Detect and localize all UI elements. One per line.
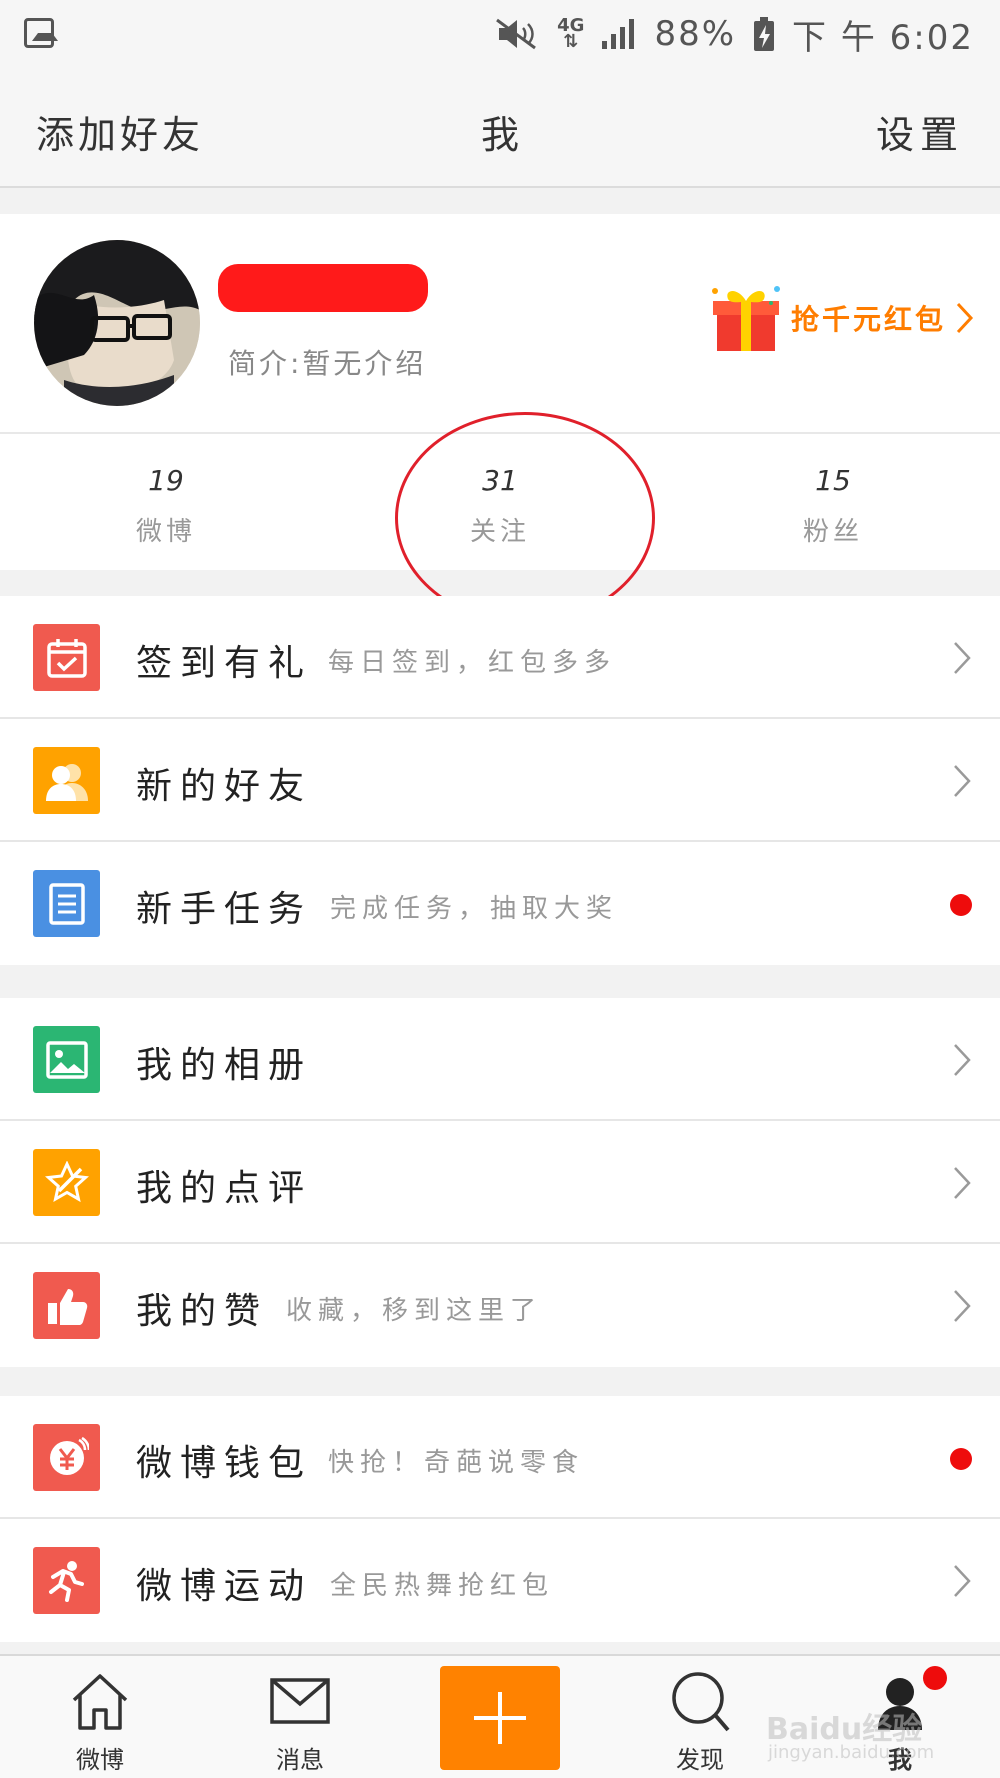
battery-charging-icon xyxy=(754,17,775,51)
list-item-subtitle: 快抢！奇葩说零食 xyxy=(328,1448,585,1478)
redpacket-promo[interactable]: 抢千元红包 xyxy=(709,280,974,356)
stat-followers-count: 15 xyxy=(815,464,851,497)
avatar[interactable] xyxy=(34,240,200,406)
list-item-title: 我的点评 xyxy=(136,1168,313,1209)
list-item-subtitle: 全民热舞抢红包 xyxy=(330,1571,555,1601)
wallet-yen-icon xyxy=(33,1424,100,1491)
list-item-subtitle: 每日签到，红包多多 xyxy=(328,648,617,678)
task-list-icon xyxy=(33,870,100,937)
thumbs-up-icon xyxy=(33,1272,100,1339)
stat-weibo-label: 微博 xyxy=(135,517,196,547)
friends-icon xyxy=(33,747,100,814)
network-type: 4G ⇅ xyxy=(557,15,585,52)
bottom-tab-bar: 微博 消息 发现 我 Baidu经验 jingyan.baidu.com xyxy=(0,1654,1000,1778)
list-item-new-friends[interactable]: 新的好友 xyxy=(0,719,1000,842)
compose-plus-button[interactable] xyxy=(440,1666,560,1770)
list-item-checkin[interactable]: 签到有礼 每日签到，红包多多 xyxy=(0,596,1000,719)
stat-following-label: 关注 xyxy=(469,517,530,547)
list-item-title: 微博钱包 xyxy=(136,1443,313,1484)
profile-card: 简介:暂无介绍 抢千元红包 19 微博 31 关注 15 粉丝 xyxy=(0,214,1000,570)
list-item-subtitle: 收藏，移到这里了 xyxy=(286,1296,543,1326)
list-item-subtitle: 完成任务，抽取大奖 xyxy=(330,894,619,924)
divider xyxy=(0,432,1000,434)
chevron-right-icon xyxy=(954,1167,971,1199)
list-item-album[interactable]: 我的相册 xyxy=(0,998,1000,1121)
mute-icon xyxy=(493,18,539,50)
chevron-right-icon xyxy=(956,302,974,334)
stat-followers-label: 粉丝 xyxy=(802,517,863,547)
star-review-icon xyxy=(33,1149,100,1216)
plus-icon xyxy=(474,1692,526,1744)
notification-dot xyxy=(950,894,972,916)
tab-label: 微博 xyxy=(76,1746,124,1774)
list-item-wallet[interactable]: 微博钱包 快抢！奇葩说零食 xyxy=(0,1396,1000,1519)
top-nav-bar: 添加好友 我 设置 xyxy=(0,70,1000,188)
list-item-newbie-task[interactable]: 新手任务 完成任务，抽取大奖 xyxy=(0,842,1000,965)
chevron-right-icon xyxy=(954,1044,971,1076)
list-item-likes[interactable]: 我的赞 收藏，移到这里了 xyxy=(0,1244,1000,1367)
menu-group-3: 微博钱包 快抢！奇葩说零食 微博运动 全民热舞抢红包 xyxy=(0,1396,1000,1642)
tab-label: 发现 xyxy=(676,1746,724,1774)
username-redacted xyxy=(218,264,428,312)
stat-weibo[interactable]: 19 微博 xyxy=(56,464,276,548)
gift-icon xyxy=(711,286,780,351)
status-icons: 4G ⇅ 88% 下 午 6:02 xyxy=(493,14,974,58)
stat-following-count: 31 xyxy=(482,464,518,497)
gallery-notification-icon xyxy=(24,18,58,48)
running-icon xyxy=(33,1547,100,1614)
list-item-reviews[interactable]: 我的点评 xyxy=(0,1121,1000,1244)
stat-weibo-count: 19 xyxy=(148,464,184,497)
list-item-title: 我的相册 xyxy=(136,1045,313,1086)
home-icon xyxy=(72,1674,128,1730)
list-item-title: 新的好友 xyxy=(136,766,313,807)
battery-percent: 88% xyxy=(654,14,737,54)
tab-discover[interactable]: 发现 xyxy=(645,1670,755,1775)
settings-button[interactable]: 设置 xyxy=(876,104,964,159)
clock: 下 午 6:02 xyxy=(792,17,974,58)
list-item-title: 微博运动 xyxy=(136,1566,313,1607)
chevron-right-icon xyxy=(954,642,971,674)
tab-messages[interactable]: 消息 xyxy=(245,1670,355,1775)
status-bar: 4G ⇅ 88% 下 午 6:02 xyxy=(0,0,1000,70)
redpacket-label: 抢千元红包 xyxy=(790,303,946,336)
menu-group-1: 签到有礼 每日签到，红包多多 新的好友 新手任务 完成任务，抽取大奖 xyxy=(0,596,1000,965)
tab-label: 消息 xyxy=(276,1746,324,1774)
tab-weibo[interactable]: 微博 xyxy=(45,1670,155,1775)
list-item-title: 新手任务 xyxy=(136,889,313,930)
bio-text: 简介:暂无介绍 xyxy=(228,347,427,380)
stat-following[interactable]: 31 关注 xyxy=(390,464,610,548)
notification-dot xyxy=(950,1448,972,1470)
tab-label: 我 xyxy=(888,1746,912,1774)
photo-album-icon xyxy=(33,1026,100,1093)
list-item-title: 我的赞 xyxy=(136,1291,269,1332)
search-icon xyxy=(672,1672,730,1732)
list-item-sports[interactable]: 微博运动 全民热舞抢红包 xyxy=(0,1519,1000,1642)
list-item-title: 签到有礼 xyxy=(136,643,313,684)
signal-icon xyxy=(602,19,636,49)
chevron-right-icon xyxy=(954,765,971,797)
calendar-check-icon xyxy=(33,624,100,691)
add-friend-button[interactable]: 添加好友 xyxy=(36,104,204,159)
chevron-right-icon xyxy=(954,1290,971,1322)
tab-me[interactable]: 我 xyxy=(845,1666,955,1775)
stat-followers[interactable]: 15 粉丝 xyxy=(723,464,943,548)
mail-icon xyxy=(270,1678,330,1724)
menu-group-2: 我的相册 我的点评 我的赞 收藏，移到这里了 xyxy=(0,998,1000,1367)
notification-dot xyxy=(923,1666,947,1690)
chevron-right-icon xyxy=(954,1565,971,1597)
